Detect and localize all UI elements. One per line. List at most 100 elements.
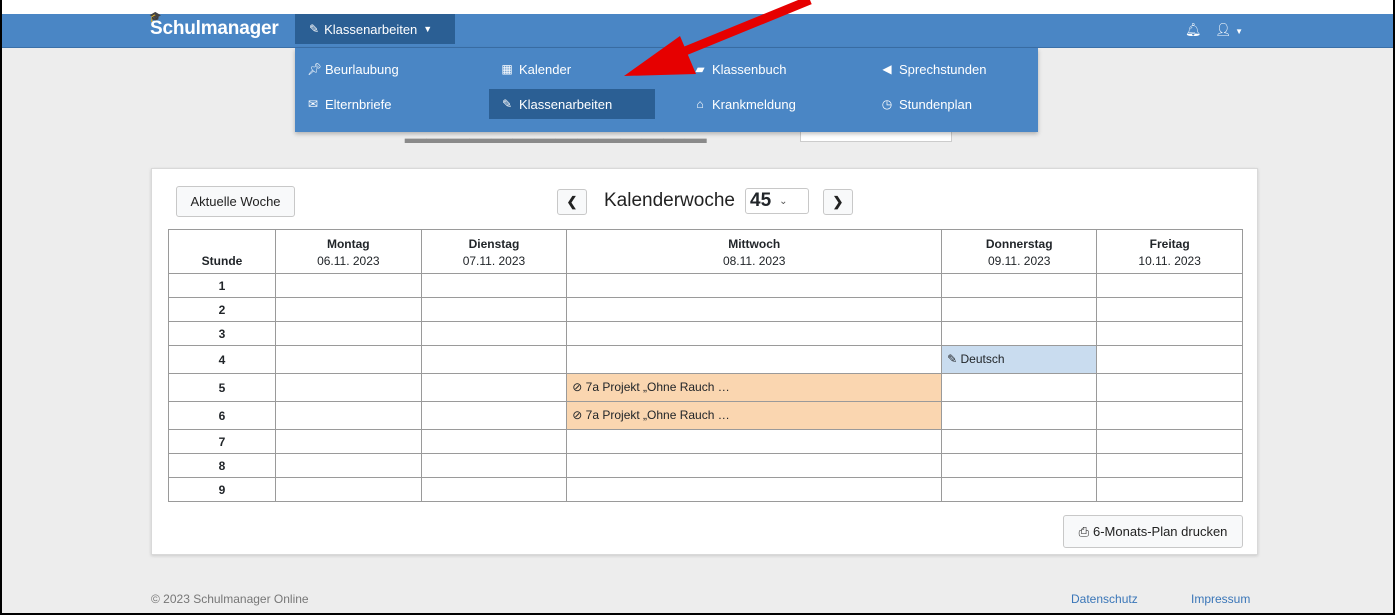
table-row: 6 ⊘ 7a Projekt „Ohne Rauch …: [168, 401, 1243, 430]
calendar-card: Aktuelle Woche ❮ Kalenderwoche 45 ⌄ ❯ St…: [151, 168, 1258, 555]
calendar-cell[interactable]: [275, 345, 422, 374]
table-row: 3: [168, 321, 1243, 346]
privacy-link[interactable]: Datenschutz: [1071, 592, 1138, 606]
exam-entry-label: Deutsch: [960, 352, 1005, 366]
calendar-cell[interactable]: [941, 297, 1098, 322]
calendar-cell[interactable]: [566, 477, 943, 502]
current-week-button[interactable]: Aktuelle Woche: [176, 186, 295, 217]
table-row: 4 ✎ Deutsch: [168, 345, 1243, 374]
week-label: Kalenderwoche: [604, 190, 735, 211]
edit-icon: ✎: [501, 97, 513, 111]
chevron-down-icon: ⌄: [779, 195, 788, 207]
brand-logo[interactable]: 🎓 Schulmanager: [149, 12, 279, 40]
calendar-cell[interactable]: [566, 345, 943, 374]
exam-entry[interactable]: ✎ Deutsch: [942, 346, 1097, 373]
menu-item-beurlaubung[interactable]: 📌︎ Beurlaubung: [295, 55, 485, 83]
period-number: 4: [168, 345, 276, 374]
calendar-cell[interactable]: [1096, 273, 1243, 298]
calendar-cell[interactable]: [1096, 401, 1243, 430]
period-number: 6: [168, 401, 276, 430]
user-menu-toggle[interactable]: 👤︎ ▼: [1215, 22, 1243, 38]
calendar-cell[interactable]: [275, 273, 422, 298]
menu-item-kalender[interactable]: ▦ Kalender: [489, 55, 655, 83]
calendar-cell[interactable]: [566, 453, 943, 478]
calendar-cell[interactable]: [420, 345, 568, 374]
calendar-cell[interactable]: [275, 297, 422, 322]
calendar-cell[interactable]: [941, 453, 1098, 478]
menu-item-klassenarbeiten[interactable]: ✎ Klassenarbeiten: [489, 89, 655, 119]
calendar-cell[interactable]: [941, 401, 1098, 430]
calendar-cell[interactable]: ⊘ 7a Projekt „Ohne Rauch …: [566, 373, 943, 402]
exam-entry-label: 7a Projekt „Ohne Rauch …: [585, 380, 730, 394]
menu-item-stundenplan[interactable]: ◷ Stundenplan: [869, 90, 1029, 118]
menu-item-klassenbuch[interactable]: ▰ Klassenbuch: [682, 55, 862, 83]
calendar-cell[interactable]: [275, 373, 422, 402]
imprint-link[interactable]: Impressum: [1191, 592, 1250, 606]
ban-icon: ⊘: [572, 380, 586, 394]
calendar-cell[interactable]: [420, 429, 568, 454]
week-number-select[interactable]: 45 ⌄: [745, 188, 809, 214]
calendar-cell[interactable]: [941, 429, 1098, 454]
exam-entry-label: 7a Projekt „Ohne Rauch …: [585, 408, 730, 422]
calendar-cell[interactable]: [420, 321, 568, 346]
megaphone-icon: ◀: [882, 62, 892, 76]
calendar-cell[interactable]: [941, 273, 1098, 298]
calendar-cell[interactable]: [1096, 345, 1243, 374]
clock-icon: ◷: [881, 97, 893, 111]
table-row: 1: [168, 273, 1243, 298]
footer-copyright: © 2023 Schulmanager Online: [151, 592, 309, 606]
day-header-mittwoch: Mittwoch 08.11. 2023: [566, 229, 943, 274]
calendar-cell[interactable]: [1096, 453, 1243, 478]
menu-item-sprechstunden[interactable]: ◀ Sprechstunden: [869, 55, 1029, 83]
ban-icon: ⊘: [572, 408, 586, 422]
exam-entry[interactable]: ⊘ 7a Projekt „Ohne Rauch …: [567, 402, 942, 429]
calendar-cell[interactable]: [420, 297, 568, 322]
klassenarbeiten-dropdown-toggle[interactable]: ✎ Klassenarbeiten ▼: [295, 14, 455, 44]
day-header-freitag: Freitag 10.11. 2023: [1096, 229, 1243, 274]
calendar-cell[interactable]: [1096, 373, 1243, 402]
exam-entry[interactable]: ⊘ 7a Projekt „Ohne Rauch …: [567, 374, 942, 401]
user-icon: 👤︎: [1215, 22, 1232, 37]
calendar-cell[interactable]: [275, 477, 422, 502]
menu-item-krankmeldung[interactable]: ⌂ Krankmeldung: [682, 90, 862, 118]
calendar-cell[interactable]: [941, 373, 1098, 402]
calendar-cell[interactable]: [941, 477, 1098, 502]
caret-down-icon: ▼: [1235, 27, 1244, 36]
calendar-cell[interactable]: [566, 321, 943, 346]
prev-week-button[interactable]: ❮: [557, 189, 587, 215]
calendar-cell[interactable]: [420, 477, 568, 502]
edit-icon: ✎: [947, 352, 961, 366]
calendar-cell[interactable]: [1096, 297, 1243, 322]
print-plan-button[interactable]: ⎙ 6-Monats-Plan drucken: [1063, 515, 1243, 548]
book-icon: ▰: [695, 62, 705, 76]
calendar-cell[interactable]: [566, 429, 943, 454]
calendar-cell[interactable]: [275, 453, 422, 478]
day-header-montag: Montag 06.11. 2023: [275, 229, 422, 274]
next-week-button[interactable]: ❯: [823, 189, 853, 215]
calendar-cell[interactable]: ⊘ 7a Projekt „Ohne Rauch …: [566, 401, 943, 430]
home-icon: ⌂: [696, 97, 704, 111]
calendar-cell[interactable]: [420, 373, 568, 402]
calendar-cell[interactable]: ✎ Deutsch: [941, 345, 1098, 374]
calendar-cell[interactable]: [566, 273, 943, 298]
calendar-cell[interactable]: [1096, 477, 1243, 502]
calendar-table: Stunde Montag 06.11. 2023 Dienstag 07.11. …: [168, 229, 1243, 502]
bell-icon[interactable]: 🔔︎: [1185, 22, 1202, 38]
calendar-cell[interactable]: [275, 321, 422, 346]
day-header-donnerstag: Donnerstag 09.11. 2023: [941, 229, 1098, 274]
menu-item-elternbriefe[interactable]: ✉ Elternbriefe: [295, 90, 485, 118]
table-row: 5 ⊘ 7a Projekt „Ohne Rauch …: [168, 373, 1243, 402]
calendar-cell[interactable]: [1096, 321, 1243, 346]
period-number: 3: [168, 321, 276, 346]
calendar-cell[interactable]: [420, 273, 568, 298]
calendar-cell[interactable]: [420, 453, 568, 478]
printer-icon: ⎙: [1078, 523, 1089, 539]
calendar-cell[interactable]: [275, 401, 422, 430]
graduation-cap-icon: 🎓: [149, 12, 162, 23]
calendar-cell[interactable]: [420, 401, 568, 430]
calendar-cell[interactable]: [566, 297, 943, 322]
calendar-cell[interactable]: [1096, 429, 1243, 454]
stunde-header: Stunde: [168, 229, 276, 274]
calendar-cell[interactable]: [941, 321, 1098, 346]
calendar-cell[interactable]: [275, 429, 422, 454]
